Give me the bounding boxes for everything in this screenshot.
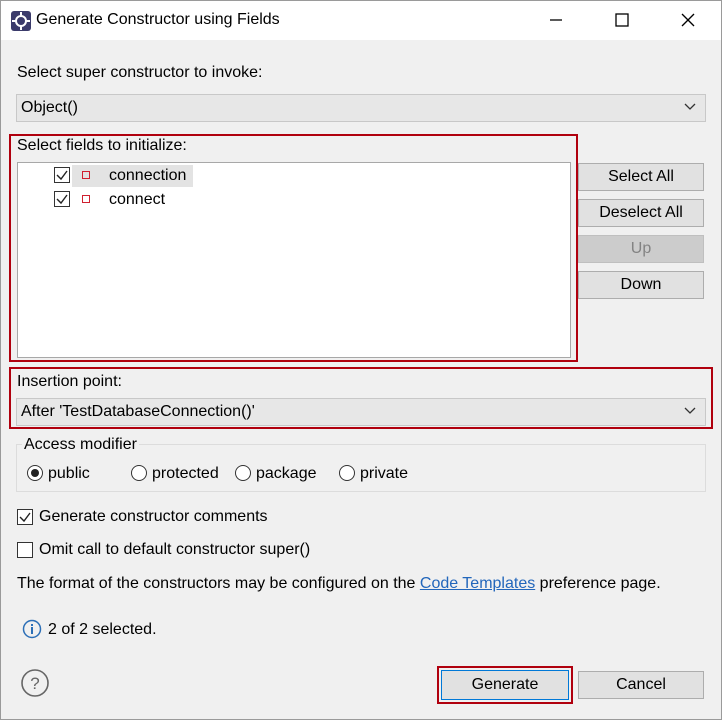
insertion-point-value: After 'TestDatabaseConnection()' xyxy=(21,403,255,420)
selection-status: 2 of 2 selected. xyxy=(48,621,157,638)
info-icon xyxy=(22,619,42,644)
radio-public[interactable] xyxy=(27,465,43,481)
deselect-all-button[interactable]: Deselect All xyxy=(578,199,704,227)
insertion-point-select[interactable]: After 'TestDatabaseConnection()' xyxy=(16,398,706,426)
field-name: connection xyxy=(109,167,187,184)
maximize-button[interactable] xyxy=(600,0,644,40)
generate-button[interactable]: Generate xyxy=(441,670,569,700)
window-title: Generate Constructor using Fields xyxy=(36,11,280,28)
access-modifier-label: Access modifier xyxy=(22,436,139,454)
down-button[interactable]: Down xyxy=(578,271,704,299)
radio-package[interactable] xyxy=(235,465,251,481)
info-text-prefix: The format of the constructors may be co… xyxy=(17,575,416,592)
close-icon xyxy=(681,13,695,27)
generate-comments-checkbox[interactable] xyxy=(17,509,33,525)
help-button[interactable]: ? xyxy=(20,668,50,703)
help-icon: ? xyxy=(21,669,49,697)
check-icon xyxy=(56,194,68,205)
radio-selected-dot xyxy=(31,469,39,477)
eclipse-app-icon xyxy=(10,10,32,32)
check-icon xyxy=(19,512,31,523)
code-templates-link[interactable]: Code Templates xyxy=(420,575,535,592)
info-text-suffix: preference page. xyxy=(539,575,661,592)
generate-comments-label: Generate constructor comments xyxy=(39,508,268,525)
radio-protected[interactable] xyxy=(131,465,147,481)
insertion-point-label: Insertion point: xyxy=(17,373,122,390)
chevron-down-icon xyxy=(683,403,697,422)
fields-label: Select fields to initialize: xyxy=(17,137,187,154)
minimize-button[interactable] xyxy=(534,0,578,40)
radio-package-label: package xyxy=(256,465,317,482)
field-checkbox-connection[interactable] xyxy=(54,167,70,183)
omit-super-checkbox[interactable] xyxy=(17,542,33,558)
maximize-icon xyxy=(615,13,629,27)
omit-super-label: Omit call to default constructor super() xyxy=(39,541,311,558)
radio-private-label: private xyxy=(360,465,409,482)
field-name: connect xyxy=(109,191,166,208)
super-constructor-select[interactable]: Object() xyxy=(16,94,706,122)
private-field-icon xyxy=(82,195,90,203)
cancel-button[interactable]: Cancel xyxy=(578,671,704,699)
svg-text:?: ? xyxy=(30,674,39,693)
chevron-down-icon xyxy=(683,99,697,118)
radio-public-label: public xyxy=(48,465,90,482)
check-icon xyxy=(56,170,68,181)
minimize-icon xyxy=(550,19,562,21)
radio-protected-label: protected xyxy=(152,465,219,482)
close-window-button[interactable] xyxy=(666,0,710,40)
super-constructor-label: Select super constructor to invoke: xyxy=(17,64,263,81)
radio-private[interactable] xyxy=(339,465,355,481)
select-all-button[interactable]: Select All xyxy=(578,163,704,191)
field-checkbox-connect[interactable] xyxy=(54,191,70,207)
templates-info-text: The format of the constructors may be co… xyxy=(17,575,661,593)
super-constructor-value: Object() xyxy=(21,99,78,116)
fields-list[interactable]: connection connect xyxy=(17,162,571,358)
private-field-icon xyxy=(82,171,90,179)
up-button[interactable]: Up xyxy=(578,235,704,263)
